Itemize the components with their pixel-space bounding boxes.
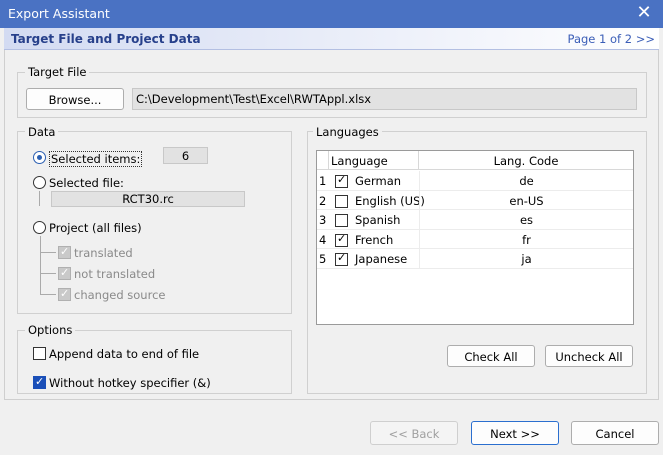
tree-line [40,273,56,274]
tree-line [40,294,56,295]
close-icon[interactable]: ✕ [635,2,653,23]
selected-file-value: RCT30.rc [51,191,245,207]
page-number: Page 1 of 2 [567,32,633,46]
language-name: Japanese [355,252,408,266]
cancel-button[interactable]: Cancel [571,421,659,445]
language-code: es [419,210,633,229]
table-row[interactable]: 4 French fr [317,229,633,249]
translated-label: translated [74,246,133,260]
title-bar: Export Assistant ✕ [0,0,663,28]
target-file-path: C:\Development\Test\Excel\RWTAppl.xlsx [132,88,637,110]
column-header-code[interactable]: Lang. Code [419,151,633,170]
project-radio[interactable] [33,221,46,234]
languages-table: Language Lang. Code 1 German de 2 Englis… [316,150,634,325]
row-checkbox[interactable] [335,232,348,247]
changed-source-label: changed source [74,288,166,302]
language-code: ja [419,249,633,268]
append-checkbox[interactable] [33,347,46,360]
languages-group-label: Languages [313,125,382,139]
table-row[interactable]: 5 Japanese ja [317,249,633,269]
translated-checkbox[interactable] [58,245,71,259]
data-group-label: Data [25,125,59,139]
selected-items-count: 6 [163,147,208,164]
page-title: Target File and Project Data [11,32,201,46]
hotkey-checkbox[interactable] [33,375,46,389]
row-checkbox[interactable] [335,214,348,227]
row-number: 3 [319,213,327,227]
tree-line [40,236,41,295]
project-label[interactable]: Project (all files) [49,221,142,235]
not-translated-label: not translated [74,267,156,281]
language-name: English (US) [355,193,425,208]
language-name: Spanish [355,213,401,227]
uncheck-all-button[interactable]: Uncheck All [545,345,633,367]
selected-file-label[interactable]: Selected file: [49,176,124,190]
append-label[interactable]: Append data to end of file [49,347,199,361]
column-header-language[interactable]: Language [329,151,419,170]
selected-items-label[interactable]: Selected items: [49,151,143,167]
options-group-label: Options [25,323,76,337]
row-number: 2 [319,193,327,208]
page-header: Target File and Project Data Page 1 of 2… [4,28,659,50]
language-code: fr [419,229,633,249]
browse-button[interactable]: Browse... [26,88,124,110]
language-code: en-US [419,190,633,210]
table-row[interactable]: 3 Spanish es [317,210,633,230]
row-checkbox[interactable] [335,251,348,266]
changed-source-checkbox[interactable] [58,287,71,301]
row-number: 4 [319,232,327,247]
check-all-button[interactable]: Check All [447,345,535,367]
row-number: 1 [319,174,327,188]
hotkey-label[interactable]: Without hotkey specifier (&) [49,376,211,390]
tree-line [39,191,40,206]
row-checkbox[interactable] [335,194,348,208]
row-checkbox[interactable] [335,173,348,188]
table-row[interactable]: 2 English (US) en-US [317,190,633,210]
language-name: French [355,232,394,247]
row-header-corner [317,151,329,170]
window-title: Export Assistant [8,6,110,21]
selected-items-radio[interactable] [33,151,46,164]
selected-file-radio[interactable] [33,176,46,189]
table-row[interactable]: 1 German de [317,171,633,191]
back-button[interactable]: << Back [370,421,458,445]
language-name: German [355,174,402,188]
tree-line [40,252,56,253]
next-button[interactable]: Next >> [471,421,559,445]
next-page-arrow[interactable]: >> [636,32,655,46]
row-number: 5 [319,252,327,266]
language-code: de [419,171,633,190]
page-indicator: Page 1 of 2 >> [568,32,655,46]
not-translated-checkbox[interactable] [58,266,71,280]
target-file-label: Target File [25,65,90,79]
